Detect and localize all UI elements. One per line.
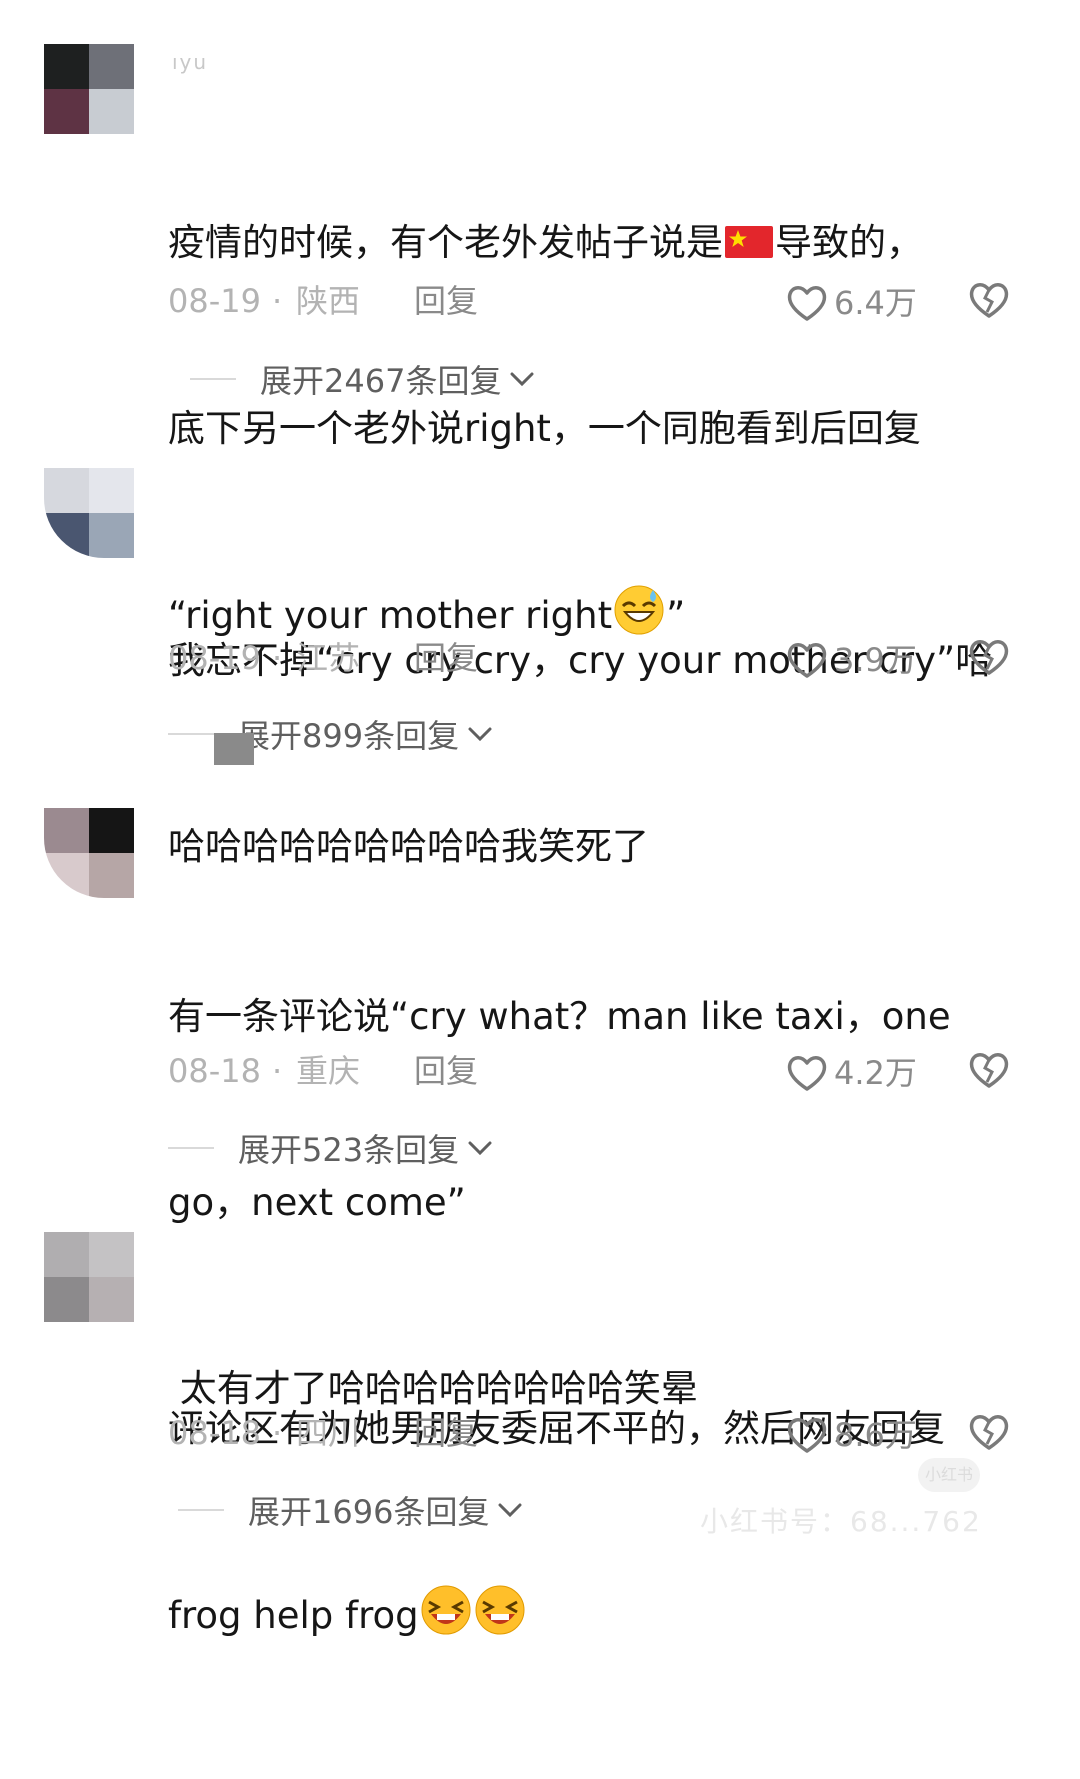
- reply-button[interactable]: 回复: [414, 276, 478, 326]
- avatar[interactable]: [44, 44, 134, 134]
- comment-region: 重庆: [296, 1052, 361, 1090]
- dislike-button[interactable]: [968, 1412, 1010, 1466]
- separator-dot: ·: [272, 282, 283, 320]
- reply-button[interactable]: 回复: [414, 1408, 478, 1458]
- comment-meta: 08-19 · 陕西 回复 6.4万: [168, 276, 1048, 326]
- like-count: 4.2万: [834, 1054, 917, 1092]
- broken-heart-icon: [969, 1053, 1009, 1088]
- broken-heart-icon: [969, 1415, 1009, 1450]
- expand-replies-button[interactable]: 展开1696条回复: [178, 1488, 523, 1532]
- reply-button[interactable]: 回复: [414, 633, 478, 683]
- broken-heart-icon: [969, 640, 1009, 675]
- dislike-button[interactable]: [968, 637, 1010, 691]
- comment-date: 08-18: [168, 1414, 261, 1452]
- separator-dot: ·: [272, 1052, 283, 1090]
- like-count: 3.9万: [834, 641, 917, 679]
- china-flag-icon: [725, 226, 773, 258]
- watermark-text: 小红书号：68...762: [700, 1505, 982, 1538]
- like-button[interactable]: 3.9万: [786, 635, 917, 685]
- heart-icon: [787, 643, 827, 678]
- comment-meta: 08-19 · 江苏 回复 3.9万: [168, 633, 1048, 683]
- broken-heart-icon: [969, 283, 1009, 318]
- dislike-button[interactable]: [968, 280, 1010, 334]
- chevron-down-icon: [468, 727, 492, 742]
- like-count: 8.6万: [834, 1416, 917, 1454]
- comment-date: 08-19: [168, 282, 261, 320]
- like-button[interactable]: 6.4万: [786, 278, 917, 328]
- avatar[interactable]: [44, 1232, 134, 1322]
- like-count: 6.4万: [834, 284, 917, 322]
- comment-date: 08-19: [168, 639, 261, 677]
- expand-divider: [178, 1509, 224, 1511]
- separator-dot: ·: [272, 639, 283, 677]
- reply-button[interactable]: 回复: [414, 1046, 478, 1096]
- expand-divider: [190, 378, 236, 380]
- dislike-button[interactable]: [968, 1050, 1010, 1104]
- expand-replies-button[interactable]: 展开2467条回复: [190, 357, 535, 401]
- separator-dot: ·: [272, 1414, 283, 1452]
- expand-label: 展开2467条回复: [260, 362, 502, 400]
- like-button[interactable]: 4.2万: [786, 1048, 917, 1098]
- expand-label: 展开1696条回复: [248, 1493, 490, 1531]
- chevron-down-icon: [498, 1503, 522, 1518]
- heart-icon: [787, 1418, 827, 1453]
- heart-icon: [787, 1056, 827, 1091]
- avatar[interactable]: [44, 468, 134, 558]
- expand-label: 展开523条回复: [238, 1131, 460, 1169]
- laughing-emoji-icon: [420, 1584, 472, 1655]
- watermark-logo: 小红书: [918, 1458, 980, 1492]
- chevron-down-icon: [468, 1141, 492, 1156]
- laughing-emoji-icon: [474, 1584, 526, 1655]
- comment-region: 陕西: [296, 282, 361, 320]
- heart-icon: [787, 286, 827, 321]
- expand-replies-button[interactable]: 展开523条回复: [168, 1126, 493, 1170]
- like-button[interactable]: 8.6万: [786, 1410, 917, 1460]
- comment-meta: 08-18 · 四川 回复 8.6万: [168, 1408, 1048, 1458]
- avatar[interactable]: [44, 808, 134, 898]
- expand-label: 展开899条回复: [238, 717, 460, 755]
- comment-region: 四川: [296, 1414, 361, 1452]
- expand-divider: [168, 733, 214, 735]
- chevron-down-icon: [510, 372, 534, 387]
- comment-date: 08-18: [168, 1052, 261, 1090]
- comment-meta: 08-18 · 重庆 回复 4.2万: [168, 1046, 1048, 1096]
- expand-divider: [168, 1147, 214, 1149]
- comment-region: 江苏: [296, 639, 361, 677]
- username[interactable]: ıyu: [172, 50, 208, 74]
- redaction-block: [214, 733, 254, 765]
